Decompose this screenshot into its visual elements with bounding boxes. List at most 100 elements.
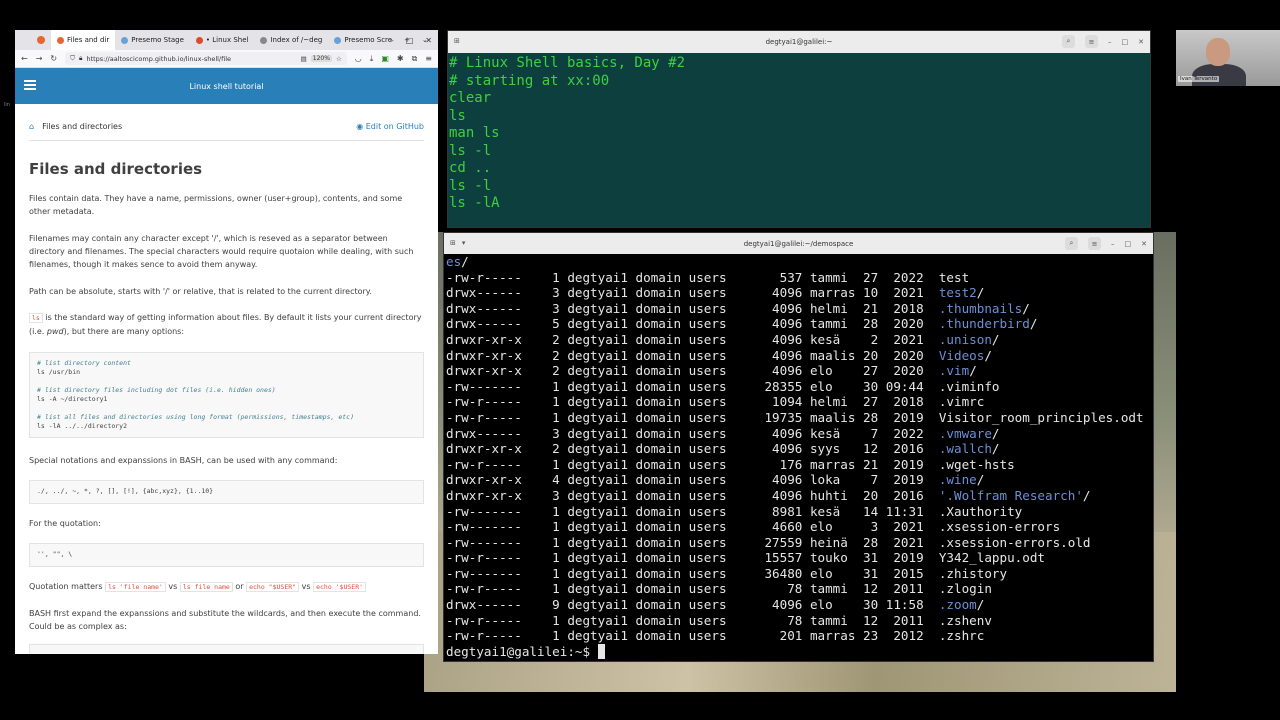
tab-list: Files and dir Presemo Stage • Linux Shel In… (51, 30, 398, 50)
code-line: # list all files and directories using l… (37, 413, 354, 421)
minimize-icon[interactable]: – (1111, 240, 1115, 248)
presenter-name: Ivan Tervanto (1178, 76, 1220, 82)
history-line: man ls (449, 125, 500, 141)
zoom-level[interactable]: 120% (310, 55, 332, 62)
download-icon[interactable]: ⤓ (370, 54, 374, 64)
maximize-icon[interactable]: □ (1122, 38, 1129, 46)
terminal-window-history: ⊞ degtyai1@galilei:~ ⌕ ≡ – □ ✕ # Linux S… (447, 30, 1151, 228)
terminal-window-demospace: ⊞ ▾ degtyai1@galilei:~/demospace ⌕ ≡ – □ … (443, 232, 1154, 662)
terminal-title: degtyai1@galilei:~/demospace (743, 239, 854, 248)
code-line: ls -A ~/directory1 (37, 395, 108, 403)
breadcrumb-current: Files and directories (42, 122, 123, 131)
search-icon[interactable]: ⌕ (1065, 237, 1078, 250)
tab-label: • Linux Shel (205, 36, 249, 44)
listing-line: drwx------ 3 degtyai1 domain users 4096 … (446, 425, 1000, 441)
history-line: ls -l (449, 177, 492, 194)
menu-icon[interactable]: ≡ (425, 54, 432, 63)
history-line: ls -lA (449, 195, 500, 211)
back-icon[interactable]: ← (21, 54, 28, 63)
puzzle-icon[interactable]: ⧉ (412, 54, 418, 64)
desktop: Files and dir Presemo Stage • Linux Shel In… (0, 0, 1280, 720)
tab-label: Presemo Stage (131, 36, 184, 44)
url-bar[interactable]: ⛉ 🔒︎ https://aaltoscicomp.github.io/linu… (65, 52, 347, 65)
pocket-icon[interactable]: ◡ (355, 54, 362, 63)
browser-tab[interactable]: • Linux Shel (190, 30, 255, 50)
shell-prompt[interactable]: degtyai1@galilei:~$ (446, 643, 1153, 660)
browser-tab[interactable]: Presemo Stage (115, 30, 190, 50)
forward-icon[interactable]: → (36, 54, 43, 63)
terminal-output[interactable]: es/-rw-r----- 1 degtyai1 domain users 53… (444, 254, 1153, 661)
listing-line: -rw------- 1 degtyai1 domain users 36480… (446, 565, 1008, 581)
presenter-avatar (1206, 38, 1230, 66)
new-tab-icon[interactable]: ⊞ (454, 37, 460, 45)
code-block-quotation: '', "", \ (29, 543, 424, 567)
breadcrumb: ⌂ Files and directories ◉ Edit on GitHub (29, 122, 424, 131)
listing-line: -rw-r----- 1 degtyai1 domain users 201 m… (446, 628, 985, 644)
extension-icon[interactable]: ▣ (381, 54, 389, 63)
page-title: Files and directories (29, 160, 203, 178)
inline-code: ls (29, 313, 43, 323)
maximize-icon[interactable]: □ (406, 36, 414, 45)
reload-icon[interactable]: ↻ (50, 54, 57, 63)
paragraph-8: BASH first expand the expanssions and su… (29, 609, 421, 631)
side-note: lin (4, 102, 10, 108)
browser-tab[interactable]: Files and dir (51, 30, 116, 50)
maximize-icon[interactable]: □ (1125, 240, 1132, 248)
addon-icon[interactable]: ✱ (397, 54, 404, 63)
tab-favicon-icon (57, 36, 64, 44)
minimize-icon[interactable]: – (390, 36, 394, 45)
listing-line: drwxr-xr-x 2 degtyai1 domain users 4096 … (446, 347, 992, 363)
minimize-icon[interactable]: – (1108, 38, 1112, 46)
tab-favicon-icon (260, 36, 268, 44)
new-tab-icon[interactable]: ⊞ (450, 239, 456, 247)
terminal-output[interactable]: # Linux Shell basics, Day #2 # starting a… (448, 53, 1150, 227)
listing-line: -rw-r----- 1 degtyai1 domain users 1094 … (446, 394, 985, 410)
listing-line: -rw-r----- 1 degtyai1 domain users 78 ta… (446, 612, 992, 628)
menu-icon[interactable]: ≡ (1088, 237, 1101, 250)
history-line: cd .. (449, 160, 492, 176)
chevron-down-icon[interactable]: ▾ (462, 239, 466, 247)
listing-line: es/ (446, 254, 469, 269)
listing-line: drwx------ 3 degtyai1 domain users 4096 … (446, 300, 1030, 316)
browser-tab[interactable]: Presemo Scre (328, 30, 398, 50)
search-icon[interactable]: ⌕ (1062, 35, 1075, 48)
firefox-icon[interactable] (37, 36, 45, 44)
bookmark-star-icon[interactable]: ☆ (336, 55, 342, 63)
listing-line: -rw-r----- 1 degtyai1 domain users 19735… (446, 409, 1144, 425)
nav-bar: ← → ↻ ⛉ 🔒︎ https://aaltoscicomp.github.i… (15, 50, 438, 68)
hamburger-menu-icon[interactable] (24, 80, 36, 90)
close-icon[interactable]: ✕ (425, 36, 432, 45)
shield-icon: ⛉ (70, 54, 75, 62)
menu-icon[interactable]: ≡ (1085, 35, 1098, 48)
site-header: Linux shell tutorial (15, 68, 438, 104)
github-icon: ◉ (356, 122, 366, 131)
url-text: https://aaltoscicomp.github.io/linux-she… (86, 54, 232, 63)
listing-line: -rw------- 1 degtyai1 domain users 28355… (446, 378, 1000, 394)
code-block-ls: # list directory content ls /usr/bin # li… (29, 352, 424, 438)
tab-label: Index of /~deg (270, 36, 323, 44)
code-line: # list directory files including dot fil… (37, 386, 276, 394)
listing-line: drwx------ 3 degtyai1 domain users 4096 … (446, 285, 985, 301)
listing-line: -rw-r----- 1 degtyai1 domain users 78 ta… (446, 581, 992, 597)
close-icon[interactable]: ✕ (1138, 38, 1144, 46)
paragraph-3: Path can be absolute, starts with '/' or… (29, 287, 372, 296)
history-line: ls (449, 107, 466, 124)
paragraph-5: Special notations and expanssions in BAS… (29, 456, 338, 465)
tab-favicon-icon (195, 36, 203, 44)
code-block-expansions: ./, ../, ~, *, ?, [], [!], {abc,xyz}, {1… (29, 480, 424, 504)
terminal-title: degtyai1@galilei:~ (765, 38, 833, 46)
home-icon[interactable]: ⌂ (29, 122, 34, 131)
browser-window: Files and dir Presemo Stage • Linux Shel In… (15, 30, 438, 654)
tab-favicon-icon (121, 36, 129, 44)
tab-bar: Files and dir Presemo Stage • Linux Shel In… (15, 30, 438, 50)
site-title[interactable]: Linux shell tutorial (15, 82, 438, 91)
tab-favicon-icon (334, 36, 342, 44)
edit-on-github-link[interactable]: ◉ Edit on GitHub (356, 122, 424, 131)
reader-icon[interactable]: ▤ (301, 55, 307, 63)
browser-tab[interactable]: Index of /~deg (254, 30, 328, 50)
divider (29, 140, 424, 141)
paragraph-1: Files contain data. They have a name, pe… (29, 194, 403, 216)
close-icon[interactable]: ✕ (1141, 240, 1147, 248)
history-line: # starting at xx:00 (449, 72, 610, 89)
